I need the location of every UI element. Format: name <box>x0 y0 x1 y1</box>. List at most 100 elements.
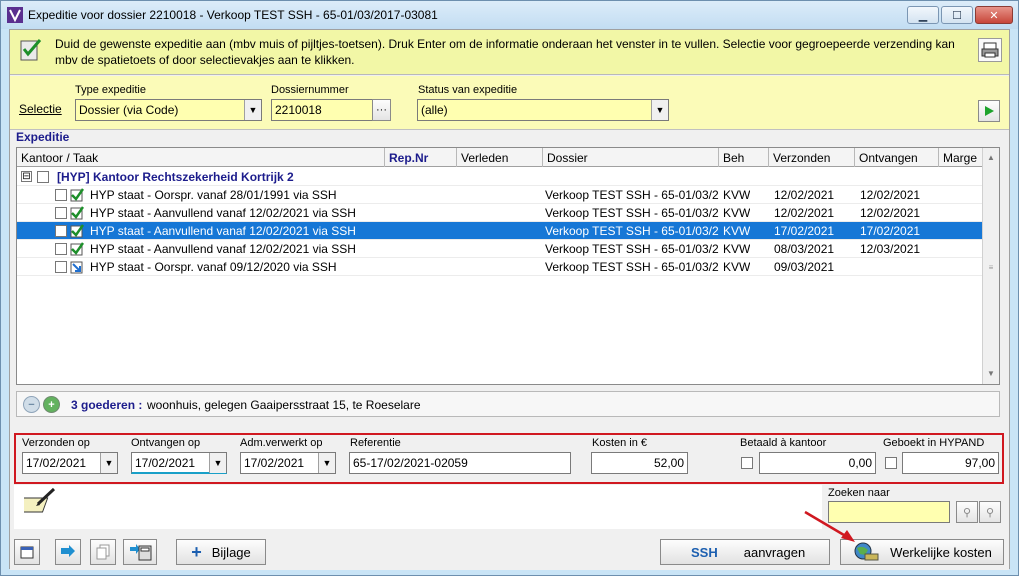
verzonden-op-value: 17/02/2021 <box>26 456 87 470</box>
betaald-checkbox[interactable] <box>741 457 753 469</box>
type-expeditie-select[interactable]: Dossier (via Code) ▼ <box>75 99 262 121</box>
checkmark-icon <box>70 224 84 238</box>
referentie-field[interactable]: 65-17/02/2021-02059 <box>349 452 571 474</box>
grid-scrollbar[interactable]: ▲ ≡ ▼ <box>982 148 999 384</box>
search-next-button[interactable]: ⚲ <box>979 501 1001 523</box>
printer-icon <box>981 42 999 58</box>
col-verleden[interactable]: Verleden <box>457 148 543 167</box>
row-dossier: Verkoop TEST SSH - 65-01/03/2 <box>545 224 719 238</box>
window-title: Expeditie voor dossier 2210018 - Verkoop… <box>28 8 438 22</box>
group-row[interactable]: ⊟ [HYP] Kantoor Rechtszekerheid Kortrijk… <box>17 168 983 186</box>
app-icon <box>7 7 23 23</box>
row-beh: KVW <box>723 206 751 220</box>
table-row[interactable]: HYP staat - Aanvullend vanaf 12/02/2021 … <box>17 222 983 240</box>
werkelijke-kosten-label: Werkelijke kosten <box>890 544 992 560</box>
betaald-field[interactable]: 0,00 <box>759 452 876 474</box>
table-row[interactable]: HYP staat - Oorspr. vanaf 09/12/2020 via… <box>17 258 983 276</box>
close-button[interactable]: ✕ <box>975 6 1013 24</box>
collapse-toggle[interactable]: ⊟ <box>21 171 32 182</box>
geboekt-field[interactable]: 97,00 <box>902 452 999 474</box>
table-row[interactable]: HYP staat - Oorspr. vanaf 28/01/1991 via… <box>17 186 983 204</box>
row-beh: KVW <box>723 260 751 274</box>
table-row[interactable]: HYP staat - Aanvullend vanaf 12/02/2021 … <box>17 204 983 222</box>
type-expeditie-value: Dossier (via Code) <box>79 103 179 117</box>
transfer-button[interactable] <box>55 539 81 565</box>
ontvangen-op-value: 17/02/2021 <box>135 456 196 470</box>
referentie-value: 65-17/02/2021-02059 <box>353 456 468 470</box>
row-checkbox[interactable] <box>55 189 67 201</box>
status-expeditie-value: (alle) <box>421 103 448 117</box>
print-button[interactable] <box>978 38 1002 62</box>
col-verzonden[interactable]: Verzonden <box>769 148 855 167</box>
expeditie-group-label: Expeditie <box>16 130 70 144</box>
col-marge[interactable]: Marge <box>939 148 983 167</box>
kosten-field[interactable]: 52,00 <box>591 452 688 474</box>
bijlage-label: Bijlage <box>211 544 251 560</box>
col-rep-nr[interactable]: Rep.Nr <box>385 148 457 167</box>
red-arrow-annotation <box>804 510 855 542</box>
status-expeditie-select[interactable]: (alle) ▼ <box>417 99 669 121</box>
ontvangen-op-field[interactable]: 17/02/2021 ▼ <box>131 452 227 474</box>
verzonden-op-field[interactable]: 17/02/2021 ▼ <box>22 452 118 474</box>
dossiernummer-label: Dossiernummer <box>271 84 349 96</box>
row-dossier: Verkoop TEST SSH - 65-01/03/2 <box>545 188 719 202</box>
dossiernummer-input[interactable]: 2210018 <box>271 99 373 121</box>
chevron-down-icon[interactable]: ▼ <box>651 100 668 120</box>
row-ontvangen: 12/03/2021 <box>860 242 921 256</box>
col-dossier[interactable]: Dossier <box>543 148 719 167</box>
row-verzonden: 12/02/2021 <box>774 188 835 202</box>
row-taak: HYP staat - Aanvullend vanaf 12/02/2021 … <box>90 206 356 220</box>
copy-button[interactable] <box>90 539 116 565</box>
dossier-browse-button[interactable]: ··· <box>372 99 391 121</box>
status-expeditie-label: Status van expeditie <box>418 84 518 96</box>
werkelijke-kosten-button[interactable]: Werkelijke kosten <box>840 539 1004 565</box>
calculator-button[interactable] <box>123 539 157 565</box>
col-ontvangen[interactable]: Ontvangen <box>855 148 939 167</box>
scroll-up-icon[interactable]: ▲ <box>983 150 999 166</box>
title-bar[interactable]: Expeditie voor dossier 2210018 - Verkoop… <box>1 1 1018 29</box>
row-verzonden: 17/02/2021 <box>774 224 835 238</box>
scroll-grip-icon[interactable]: ≡ <box>983 260 999 276</box>
table-row[interactable]: HYP staat - Aanvullend vanaf 12/02/2021 … <box>17 240 983 258</box>
row-checkbox[interactable] <box>55 207 67 219</box>
search-button[interactable]: ⚲ <box>956 501 978 523</box>
row-ontvangen: 17/02/2021 <box>860 224 921 238</box>
dossiernummer-value: 2210018 <box>275 103 322 117</box>
remove-good-button[interactable]: − <box>23 396 40 413</box>
row-checkbox[interactable] <box>55 243 67 255</box>
goods-description: woonhuis, gelegen Gaaipersstraat 15, te … <box>147 398 421 412</box>
row-checkbox[interactable] <box>55 261 67 273</box>
row-taak: HYP staat - Oorspr. vanaf 09/12/2020 via… <box>90 260 337 274</box>
row-checkbox[interactable] <box>55 225 67 237</box>
checkmark-icon <box>70 188 84 202</box>
minimize-button[interactable]: ▁ <box>907 6 939 24</box>
run-button[interactable] <box>978 100 1000 122</box>
geboekt-label: Geboekt in HYPAND <box>883 437 985 449</box>
group-label: [HYP] Kantoor Rechtszekerheid Kortrijk 2 <box>57 170 294 184</box>
expeditie-grid[interactable]: Kantoor / Taak Rep.Nr Verleden Dossier B… <box>16 147 1000 385</box>
chevron-down-icon[interactable]: ▼ <box>318 453 335 473</box>
goods-bar: − + 3 goederen : woonhuis, gelegen Gaaip… <box>16 391 1000 417</box>
col-beh[interactable]: Beh <box>719 148 769 167</box>
chevron-down-icon[interactable]: ▼ <box>244 100 261 120</box>
aanvragen-label: aanvragen <box>743 544 806 560</box>
add-good-button[interactable]: + <box>43 396 60 413</box>
copy-icon <box>96 544 110 560</box>
edit-notes-icon[interactable] <box>24 486 58 516</box>
chevron-down-icon[interactable]: ▼ <box>209 453 226 473</box>
geboekt-checkbox[interactable] <box>885 457 897 469</box>
info-text: Duid de gewenste expeditie aan (mbv muis… <box>55 37 955 67</box>
betaald-label: Betaald à kantoor <box>740 437 827 449</box>
chevron-down-icon[interactable]: ▼ <box>100 453 117 473</box>
properties-button[interactable] <box>14 539 40 565</box>
bijlage-button[interactable]: + Bijlage <box>176 539 266 565</box>
grid-header: Kantoor / Taak Rep.Nr Verleden Dossier B… <box>17 148 983 167</box>
ontvangen-op-label: Ontvangen op <box>131 437 201 449</box>
maximize-button[interactable]: ☐ <box>941 6 973 24</box>
col-kantoor-taak[interactable]: Kantoor / Taak <box>17 148 385 167</box>
group-checkbox[interactable] <box>37 171 49 183</box>
adm-verwerkt-label: Adm.verwerkt op <box>240 437 323 449</box>
minus-icon: − <box>28 398 35 411</box>
scroll-down-icon[interactable]: ▼ <box>983 366 999 382</box>
adm-verwerkt-field[interactable]: 17/02/2021 ▼ <box>240 452 336 474</box>
